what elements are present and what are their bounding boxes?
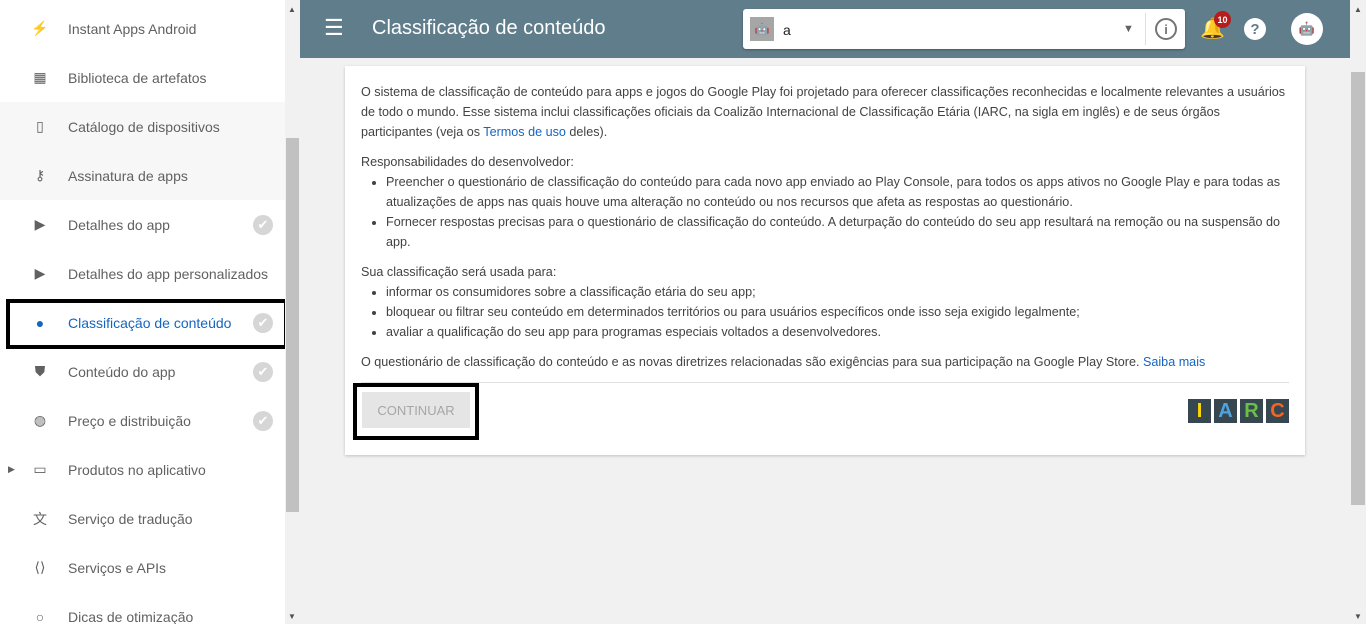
help-icon[interactable]: ? xyxy=(1244,18,1266,40)
sidebar: ⚡ Instant Apps Android ▦ Biblioteca de arte… xyxy=(0,0,285,624)
sidebar-item-label: Instant Apps Android xyxy=(68,20,197,37)
list-item: avaliar a qualificação do seu app para p… xyxy=(386,322,1289,342)
app-selector-value: a xyxy=(783,22,791,38)
scroll-down-icon[interactable]: ▼ xyxy=(1354,612,1362,621)
iarc-letter: I xyxy=(1188,399,1211,423)
list-item: Fornecer respostas precisas para o quest… xyxy=(386,212,1289,252)
iarc-letter: R xyxy=(1240,399,1263,423)
sidebar-item[interactable]: ⛊ Conteúdo do app ✔ xyxy=(0,347,285,396)
sidebar-item[interactable]: ⟨⟩ Serviços e APIs xyxy=(0,543,285,592)
footer-text: O questionário de classificação do conte… xyxy=(361,355,1206,369)
app-selector[interactable]: 🤖 a ▼ i xyxy=(743,9,1185,49)
check-icon: ✔ xyxy=(253,214,273,235)
list-item: bloquear ou filtrar seu conteúdo em dete… xyxy=(386,302,1289,322)
sidebar-item-label: Dicas de otimização xyxy=(68,608,194,624)
sidebar-item[interactable]: ○ Dicas de otimização xyxy=(0,592,285,624)
sidebar-item-label: Conteúdo do app xyxy=(68,363,176,380)
sidebar-item-label: Catálogo de dispositivos xyxy=(68,118,220,135)
usage-title: Sua classificação será usada para: xyxy=(361,265,557,279)
divider xyxy=(1145,13,1146,45)
responsibilities-title: Responsabilidades do desenvolvedor: xyxy=(361,155,574,169)
sidebar-item-label: Biblioteca de artefatos xyxy=(68,69,207,86)
learn-more-link[interactable]: Saiba mais xyxy=(1143,355,1205,369)
translate-icon: 文 xyxy=(33,510,47,527)
sidebar-item[interactable]: ● Classificação de conteúdo ✔ xyxy=(0,298,285,347)
scroll-down-icon[interactable]: ▼ xyxy=(288,612,296,621)
store-icon: ▶ xyxy=(34,265,46,281)
flash-icon: ⚡ xyxy=(31,20,49,36)
intro-text: O sistema de classificação de conteúdo p… xyxy=(361,85,1286,139)
sidebar-item[interactable]: ▯ Catálogo de dispositivos xyxy=(0,102,285,151)
divider xyxy=(361,382,1289,383)
shield-icon: ⛊ xyxy=(34,363,46,379)
chevron-down-icon[interactable]: ▼ xyxy=(1123,23,1134,35)
api-icon: ⟨⟩ xyxy=(34,559,46,575)
sidebar-item-label: Serviço de tradução xyxy=(68,510,193,527)
android-icon: 🤖 xyxy=(750,17,774,41)
iarc-letter: A xyxy=(1214,399,1237,423)
list-item: Preencher o questionário de classificaçã… xyxy=(386,172,1289,212)
sidebar-item[interactable]: ◍ Preço e distribuição ✔ xyxy=(0,396,285,445)
sidebar-item-label: Produtos no aplicativo xyxy=(68,461,206,478)
sidebar-item[interactable]: 文 Serviço de tradução xyxy=(0,494,285,543)
content-rating-icon: ● xyxy=(35,314,45,331)
iarc-logo: IARC xyxy=(1188,399,1289,423)
sidebar-item[interactable]: ⚷ Assinatura de apps xyxy=(0,151,285,200)
lightbulb-icon: ○ xyxy=(35,608,45,624)
sidebar-item-label: Classificação de conteúdo xyxy=(68,314,232,331)
globe-icon: ◍ xyxy=(33,412,47,428)
top-bar: ☰ Classificação de conteúdo 🤖 a ▼ i 🔔 10… xyxy=(300,0,1350,58)
sidebar-item[interactable]: ▶ Detalhes do app ✔ xyxy=(0,200,285,249)
expand-arrow-icon[interactable]: ▶ xyxy=(8,464,15,475)
key-icon: ⚷ xyxy=(34,167,46,183)
main-scrollbar-thumb[interactable] xyxy=(1351,72,1365,505)
store-icon: ▶ xyxy=(34,216,46,232)
check-icon: ✔ xyxy=(253,410,273,431)
check-icon: ✔ xyxy=(253,312,273,333)
responsibilities-list: Preencher o questionário de classificaçã… xyxy=(386,172,1289,252)
sidebar-item-label: Preço e distribuição xyxy=(68,412,191,429)
sidebar-scrollbar-thumb[interactable] xyxy=(286,138,299,512)
sidebar-item[interactable]: ▦ Biblioteca de artefatos xyxy=(0,53,285,102)
library-icon: ▦ xyxy=(33,69,47,85)
info-icon[interactable]: i xyxy=(1155,18,1177,40)
sidebar-item[interactable]: ⚡ Instant Apps Android xyxy=(0,4,285,53)
scroll-up-icon[interactable]: ▲ xyxy=(1354,5,1362,14)
sidebar-item-label: Serviços e APIs xyxy=(68,559,167,576)
avatar[interactable]: 🤖 xyxy=(1291,13,1323,45)
check-icon: ✔ xyxy=(253,361,273,382)
scroll-up-icon[interactable]: ▲ xyxy=(288,5,296,14)
sidebar-item-label: Assinatura de apps xyxy=(68,167,188,184)
notification-badge: 10 xyxy=(1214,11,1231,28)
list-item: informar os consumidores sobre a classif… xyxy=(386,282,1289,302)
usage-list: informar os consumidores sobre a classif… xyxy=(386,282,1289,342)
sidebar-item[interactable]: ▶ ▭ Produtos no aplicativo xyxy=(0,445,285,494)
credit-card-icon: ▭ xyxy=(33,461,47,477)
device-check-icon: ▯ xyxy=(36,118,44,134)
iarc-letter: C xyxy=(1266,399,1289,423)
page-title: Classificação de conteúdo xyxy=(372,17,606,39)
content-card: O sistema de classificação de conteúdo p… xyxy=(345,66,1305,455)
sidebar-item[interactable]: ▶ Detalhes do app personalizados xyxy=(0,249,285,298)
menu-icon[interactable]: ☰ xyxy=(324,17,344,39)
terms-link[interactable]: Termos de uso xyxy=(483,125,566,139)
sidebar-item-label: Detalhes do app personalizados xyxy=(68,265,269,282)
highlight-box xyxy=(353,383,479,440)
sidebar-item-label: Detalhes do app xyxy=(68,216,170,233)
